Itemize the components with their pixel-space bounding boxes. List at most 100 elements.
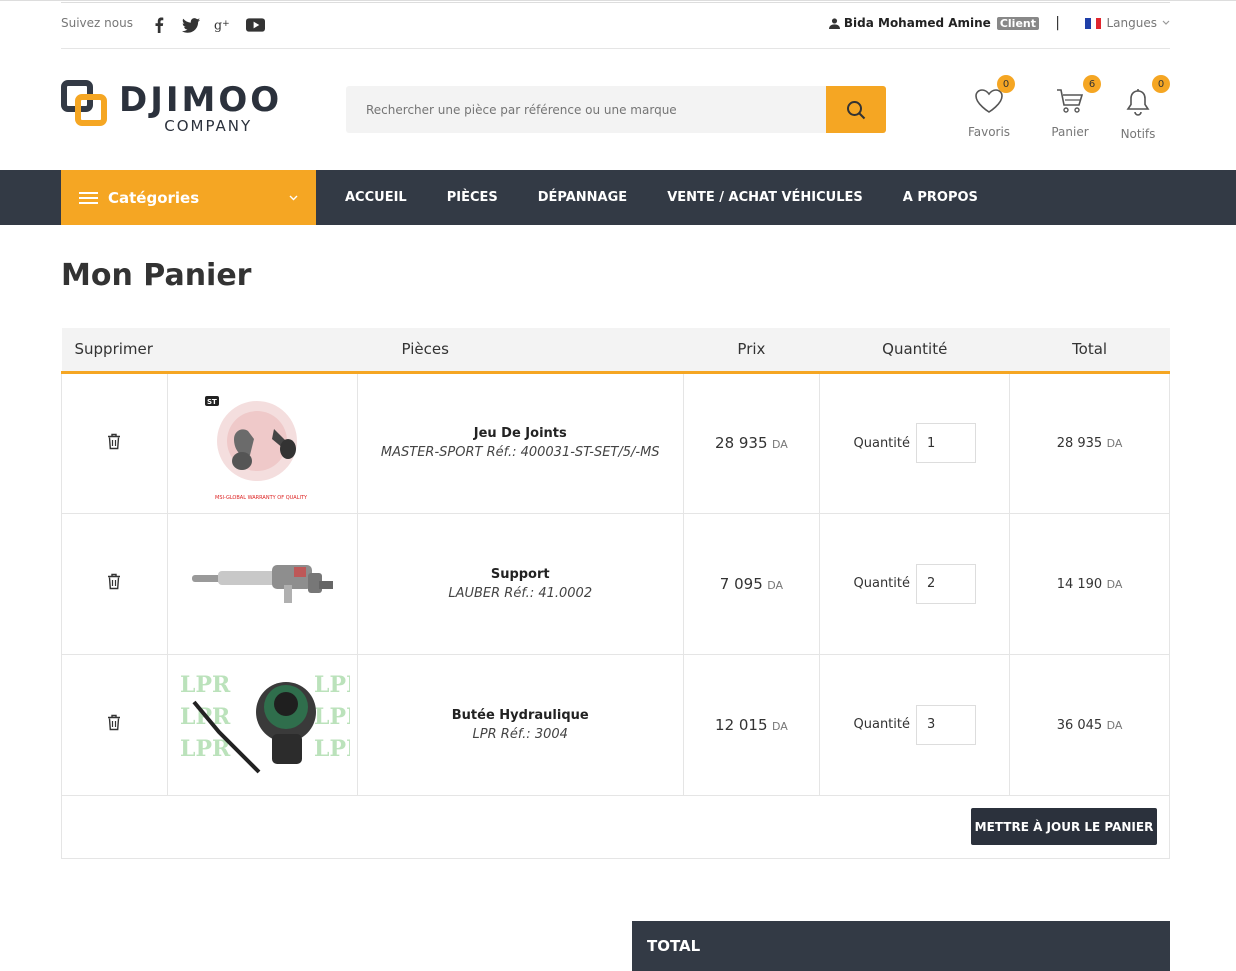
- quantity-cell: Quantité: [819, 512, 1011, 655]
- top-bar: Suivez nous g + Bida Mohamed Amine Client…: [61, 2, 1170, 49]
- currency: DA: [1106, 437, 1123, 450]
- notifications-label: Notifs: [1120, 127, 1156, 141]
- column-header-quantity: Quantité: [819, 328, 1010, 374]
- logo-name: DJIMOO: [119, 80, 283, 120]
- cart-link[interactable]: 6 Panier: [1040, 75, 1101, 139]
- update-cart-button[interactable]: METTRE À JOUR LE PANIER: [971, 808, 1157, 845]
- watermark-text: LPR: [314, 672, 350, 698]
- product-image[interactable]: LPR LPR LPR LPR LPR LPR: [174, 662, 365, 787]
- nav-item-vente-achat[interactable]: VENTE / ACHAT VÉHICULES: [667, 190, 863, 205]
- google-plus-icon[interactable]: g +: [213, 15, 233, 35]
- table-header-row: Supprimer Pièces Prix Quantité Total: [61, 328, 1170, 374]
- trash-icon[interactable]: [107, 714, 121, 735]
- watermark-text: LPR: [314, 736, 350, 762]
- product-image[interactable]: ST MSI-GLOBAL WARRANTY OF QUALITY: [174, 381, 350, 506]
- youtube-icon[interactable]: [245, 15, 265, 35]
- delete-cell: [61, 653, 168, 796]
- line-total: 36 045: [1056, 717, 1103, 733]
- product-info-cell: Jeu De Joints MASTER-SPORT Réf.: 400031-…: [356, 371, 684, 514]
- social-links: g +: [149, 15, 265, 35]
- logo[interactable]: DJIMOO COMPANY: [61, 80, 282, 135]
- site-header: DJIMOO COMPANY 0 Favoris 6 Panier 0 Noti…: [61, 60, 1170, 160]
- product-image-cell: [166, 512, 358, 655]
- total-cell: 14 190 DA: [1009, 512, 1170, 655]
- product-reference: LPR Réf.: 3004: [472, 726, 568, 742]
- unit-price: 28 935: [715, 434, 768, 452]
- delete-cell: [61, 512, 168, 655]
- table-row: LPR LPR LPR LPR LPR LPR: [61, 653, 1170, 796]
- nav-item-a-propos[interactable]: A PROPOS: [903, 190, 978, 205]
- cart-table: Supprimer Pièces Prix Quantité Total ST: [61, 328, 1170, 859]
- line-total: 28 935: [1056, 436, 1103, 451]
- product-image-cell: LPR LPR LPR LPR LPR LPR: [166, 653, 365, 796]
- categories-dropdown[interactable]: Catégories: [61, 170, 316, 225]
- total-cell: 36 045 DA: [1009, 653, 1170, 796]
- currency: DA: [771, 719, 788, 733]
- trash-icon[interactable]: [107, 433, 121, 454]
- total-cell: 28 935 DA: [1009, 371, 1170, 514]
- svg-text:g: g: [214, 18, 222, 32]
- price-cell: 28 935 DA: [682, 371, 821, 514]
- trash-icon[interactable]: [107, 573, 121, 594]
- product-image[interactable]: [174, 521, 350, 646]
- nav-menu: ACCUEIL PIÈCES DÉPANNAGE VENTE / ACHAT V…: [345, 170, 978, 225]
- search-input[interactable]: [346, 86, 826, 133]
- user-account[interactable]: Bida Mohamed Amine Client: [828, 16, 1039, 30]
- quantity-input[interactable]: [915, 563, 976, 604]
- user-name: Bida Mohamed Amine: [843, 16, 991, 30]
- page-title: Mon Panier: [61, 258, 252, 293]
- favorites-label: Favoris: [967, 125, 1011, 139]
- quantity-input[interactable]: [915, 704, 976, 745]
- price-cell: 12 015 DA: [682, 653, 821, 796]
- menu-icon: [79, 191, 98, 204]
- quantity-cell: Quantité: [819, 371, 1011, 514]
- quantity-label: Quantité: [853, 576, 910, 591]
- cart-icon: [1057, 89, 1084, 113]
- twitter-icon[interactable]: [181, 15, 201, 35]
- search-button[interactable]: [826, 86, 886, 133]
- watermark-text: LPR: [180, 736, 231, 762]
- product-tag: ST: [207, 398, 217, 406]
- notifications-count-badge: 0: [1152, 75, 1170, 93]
- table-row: ST MSI-GLOBAL WARRANTY OF QUALITY Jeu De…: [61, 371, 1170, 514]
- nav-item-accueil[interactable]: ACCUEIL: [345, 190, 407, 205]
- product-reference: LAUBER Réf.: 41.0002: [448, 585, 593, 601]
- product-reference: MASTER-SPORT Réf.: 400031-ST-SET/5/-MS: [380, 445, 660, 460]
- totals-title: TOTAL: [647, 937, 701, 955]
- unit-price: 12 015: [715, 715, 768, 734]
- main-nav: Catégories ACCUEIL PIÈCES DÉPANNAGE VENT…: [0, 170, 1236, 225]
- delete-cell: [61, 371, 168, 514]
- nav-item-depannage[interactable]: DÉPANNAGE: [538, 190, 627, 205]
- product-name[interactable]: Jeu De Joints: [358, 426, 683, 441]
- product-name[interactable]: Support: [358, 567, 683, 582]
- language-label: Langues: [1106, 16, 1157, 30]
- quantity-input[interactable]: [915, 423, 976, 463]
- line-total: 14 190: [1056, 576, 1103, 592]
- user-role-badge: Client: [996, 16, 1039, 30]
- categories-label: Catégories: [108, 188, 200, 207]
- favorites-link[interactable]: 0 Favoris: [959, 75, 1019, 139]
- update-cell: METTRE À JOUR LE PANIER: [61, 794, 1170, 859]
- column-header-parts: Pièces: [167, 328, 684, 374]
- unit-price: 7 095: [719, 574, 763, 593]
- currency: DA: [767, 578, 784, 592]
- svg-text:+: +: [222, 19, 230, 29]
- nav-item-pieces[interactable]: PIÈCES: [447, 190, 498, 205]
- watermark-text: LPR: [314, 704, 350, 730]
- chevron-down-icon: [1162, 20, 1170, 25]
- facebook-icon[interactable]: [149, 15, 169, 35]
- cart-label: Panier: [1051, 125, 1089, 139]
- product-image-caption: MSI-GLOBAL WARRANTY OF QUALITY: [215, 495, 308, 501]
- notifications-link[interactable]: 0 Notifs: [1108, 75, 1170, 141]
- language-selector[interactable]: Langues: [1085, 16, 1170, 30]
- column-header-total: Total: [1009, 328, 1170, 374]
- product-info-cell: Support LAUBER Réf.: 41.0002: [356, 512, 684, 655]
- price-cell: 7 095 DA: [682, 512, 821, 655]
- product-name[interactable]: Butée Hydraulique: [358, 708, 683, 723]
- quantity-cell: Quantité: [819, 653, 1011, 796]
- chevron-down-icon: [289, 190, 298, 204]
- cart-count-badge: 6: [1083, 75, 1101, 93]
- favorites-count-badge: 0: [997, 75, 1015, 93]
- french-flag-icon: [1085, 17, 1102, 29]
- currency: DA: [1106, 577, 1123, 591]
